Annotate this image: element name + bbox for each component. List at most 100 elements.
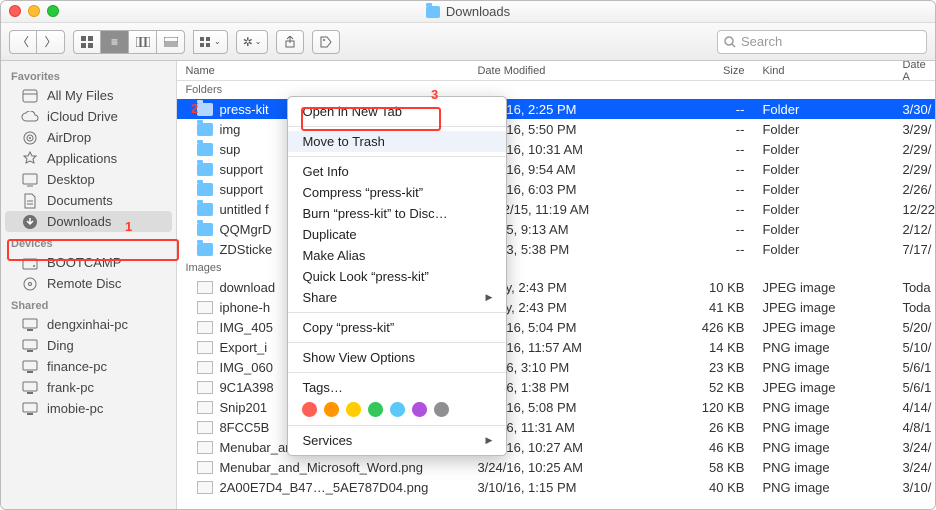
context-item[interactable]: Show View Options — [288, 347, 506, 368]
file-list-pane: Name Date Modified Size Kind Date A Fold… — [177, 61, 935, 509]
col-size[interactable]: Size — [677, 65, 762, 77]
disk-icon — [21, 256, 39, 270]
pc-icon — [21, 381, 39, 395]
view-coverflow-button[interactable] — [157, 30, 185, 54]
context-item[interactable]: Make Alias — [288, 245, 506, 266]
file-date-added: 12/22 — [902, 202, 935, 217]
folder-icon — [197, 103, 213, 116]
context-item[interactable]: Services▶ — [288, 430, 506, 451]
context-item[interactable]: Compress “press-kit” — [288, 182, 506, 203]
sidebar-item-remote-disc[interactable]: Remote Disc — [1, 273, 176, 294]
file-size: 40 KB — [677, 480, 762, 495]
pc-icon — [21, 339, 39, 353]
file-name: Menubar_and_Microsoft_Word.png — [219, 460, 423, 475]
sidebar-item-finance-pc[interactable]: finance-pc — [1, 356, 176, 377]
context-item[interactable]: Burn “press-kit” to Disc… — [288, 203, 506, 224]
context-item-label: Quick Look “press-kit” — [302, 269, 428, 284]
context-item[interactable]: Share▶ — [288, 287, 506, 308]
close-button[interactable] — [9, 5, 21, 17]
sidebar-item-frank-pc[interactable]: frank-pc — [1, 377, 176, 398]
action-button[interactable]: ✲ ⌄ — [236, 30, 269, 54]
file-date: 4/8/16, 11:31 AM — [477, 420, 677, 435]
file-date-added: 4/8/1 — [902, 420, 935, 435]
file-kind: JPEG image — [762, 280, 902, 295]
file-row[interactable]: Menubar_and_Microsoft_Word.png3/24/16, 1… — [177, 457, 935, 477]
sidebar-item-label: Downloads — [47, 214, 111, 229]
context-item[interactable]: Move to Trash — [288, 131, 506, 152]
context-item[interactable]: Duplicate — [288, 224, 506, 245]
col-name[interactable]: Name — [177, 65, 477, 77]
share-button[interactable] — [276, 30, 304, 54]
tag-color[interactable] — [346, 402, 361, 417]
col-kind[interactable]: Kind — [762, 65, 902, 77]
file-name: IMG_405 — [219, 320, 272, 335]
view-list-button[interactable]: ≡ — [101, 30, 129, 54]
sidebar-item-label: finance-pc — [47, 359, 107, 374]
applications-icon — [21, 152, 39, 166]
col-date[interactable]: Date Modified — [477, 65, 677, 77]
file-name: 8FCC5B — [219, 420, 269, 435]
sidebar-item-imobie-pc[interactable]: imobie-pc — [1, 398, 176, 419]
file-date-added: 4/14/ — [902, 400, 935, 415]
sidebar-item-applications[interactable]: Applications — [1, 148, 176, 169]
context-item-label: Tags… — [302, 380, 342, 395]
context-item-label: Make Alias — [302, 248, 365, 263]
file-name: untitled f — [219, 202, 268, 217]
context-item[interactable]: Copy “press-kit” — [288, 317, 506, 338]
tag-color[interactable] — [302, 402, 317, 417]
finder-window: Downloads 〈 〉 ≡ ⌄ ✲ ⌄ Search FavoritesAl… — [0, 0, 936, 510]
sidebar-item-ding[interactable]: Ding — [1, 335, 176, 356]
sidebar-item-airdrop[interactable]: AirDrop — [1, 127, 176, 148]
folder-icon — [197, 243, 213, 256]
sidebar-item-documents[interactable]: Documents — [1, 190, 176, 211]
file-name: ZDSticke — [219, 242, 272, 257]
file-date: 5/10/16, 11:57 AM — [477, 340, 677, 355]
annotation-label-3: 3 — [431, 87, 438, 102]
sidebar-item-all-my-files[interactable]: All My Files — [1, 85, 176, 106]
minimize-button[interactable] — [28, 5, 40, 17]
tag-color[interactable] — [412, 402, 427, 417]
zoom-button[interactable] — [47, 5, 59, 17]
sidebar-item-desktop[interactable]: Desktop — [1, 169, 176, 190]
sidebar-item-icloud-drive[interactable]: iCloud Drive — [1, 106, 176, 127]
context-item[interactable]: Open in New Tab — [288, 101, 506, 122]
back-button[interactable]: 〈 — [9, 30, 37, 54]
tags-button[interactable] — [312, 30, 340, 54]
search-placeholder: Search — [741, 34, 782, 49]
tag-color[interactable] — [390, 402, 405, 417]
file-date: 12/22/15, 11:19 AM — [477, 202, 677, 217]
image-icon — [197, 441, 213, 454]
context-item[interactable]: Tags… — [288, 377, 506, 398]
file-size: 41 KB — [677, 300, 762, 315]
view-column-button[interactable] — [129, 30, 157, 54]
file-date-added: 2/26/ — [902, 182, 935, 197]
file-name: QQMgrD — [219, 222, 271, 237]
file-date-added: 3/10/ — [902, 480, 935, 495]
tag-color[interactable] — [324, 402, 339, 417]
col-date-added[interactable]: Date A — [902, 61, 935, 83]
context-item[interactable]: Get Info — [288, 161, 506, 182]
sidebar-item-label: imobie-pc — [47, 401, 103, 416]
file-row[interactable]: 2A00E7D4_B47…_5AE787D04.png3/10/16, 1:15… — [177, 477, 935, 497]
folder-icon — [197, 203, 213, 216]
file-list[interactable]: Folderspress-kit3/30/16, 2:25 PM--Folder… — [177, 81, 935, 509]
view-icon-button[interactable] — [73, 30, 101, 54]
file-size: 10 KB — [677, 280, 762, 295]
sidebar-item-dengxinhai-pc[interactable]: dengxinhai-pc — [1, 314, 176, 335]
image-icon — [197, 341, 213, 354]
search-field[interactable]: Search — [717, 30, 927, 54]
sidebar-item-bootcamp[interactable]: BOOTCAMP — [1, 252, 176, 273]
sidebar-item-downloads[interactable]: Downloads — [5, 211, 172, 232]
file-kind: PNG image — [762, 400, 902, 415]
tag-color[interactable] — [434, 402, 449, 417]
file-kind: Folder — [762, 122, 902, 137]
tag-color[interactable] — [368, 402, 383, 417]
context-item[interactable]: Quick Look “press-kit” — [288, 266, 506, 287]
file-kind: Folder — [762, 162, 902, 177]
arrange-button[interactable]: ⌄ — [193, 30, 228, 54]
sidebar-item-label: Applications — [47, 151, 117, 166]
sidebar: FavoritesAll My FilesiCloud DriveAirDrop… — [1, 61, 177, 509]
file-kind: PNG image — [762, 440, 902, 455]
file-name: iphone-h — [219, 300, 270, 315]
forward-button[interactable]: 〉 — [37, 30, 65, 54]
